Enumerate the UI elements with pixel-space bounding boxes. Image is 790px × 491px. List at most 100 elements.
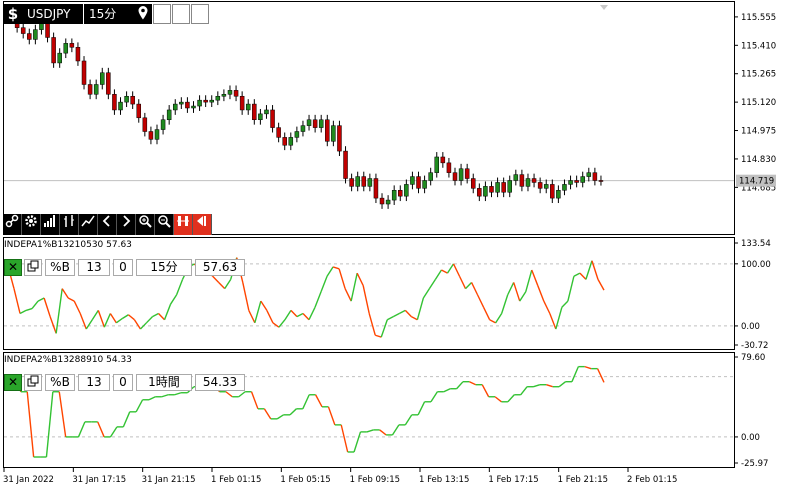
candle-up: [209, 99, 214, 103]
timeframe-label[interactable]: 15分: [84, 4, 134, 24]
candle-up: [434, 156, 440, 173]
candle-up: [495, 182, 500, 193]
close-icon[interactable]: ✕: [4, 374, 22, 391]
bars-up-icon[interactable]: [60, 214, 79, 235]
candle-up: [39, 23, 44, 30]
candle-down: [312, 119, 318, 128]
candle-down: [574, 180, 579, 183]
zoom-in-icon[interactable]: [136, 214, 155, 235]
candle-down: [446, 162, 452, 173]
chart-toolbar: [3, 214, 212, 235]
candle-up: [245, 103, 251, 111]
candle-down: [276, 127, 281, 138]
candle-down: [270, 109, 275, 128]
time-axis-label: 1 Feb 09:15: [350, 475, 400, 485]
candle-up: [93, 84, 99, 95]
window-icon[interactable]: [24, 374, 42, 391]
candle-down: [233, 90, 239, 97]
candle-up: [556, 190, 561, 199]
candle-down: [550, 184, 555, 199]
price-axis-label: 115.120: [741, 98, 776, 108]
candle-up: [586, 172, 592, 177]
back-red-icon[interactable]: [193, 214, 212, 235]
candle-down: [51, 37, 56, 64]
candle-down: [349, 178, 354, 187]
bar-signal-icon[interactable]: [41, 214, 60, 235]
candle-up: [118, 101, 123, 111]
candle-up: [191, 105, 196, 109]
link-icon[interactable]: [3, 214, 22, 235]
candle-down: [398, 190, 403, 197]
period-field[interactable]: 13: [78, 259, 110, 276]
candle-up: [264, 109, 269, 115]
candle-up: [367, 178, 373, 187]
period-field[interactable]: 13: [78, 374, 110, 391]
indicator2-title: INDEPA2%B13288910 54.33: [4, 355, 132, 365]
candle-up: [172, 103, 178, 111]
time-axis-label: 31 Jan 21:15: [142, 475, 196, 485]
candle-up: [525, 178, 531, 187]
time-axis-label: 31 Jan 2022: [3, 475, 54, 485]
candle-down: [477, 188, 482, 197]
candle-up: [258, 113, 263, 121]
candle-up: [562, 184, 567, 191]
indicator1-title: INDEPA1%B13210530 57.63: [4, 240, 132, 250]
close-icon[interactable]: ✕: [4, 259, 22, 276]
indicator2-axis-label: -25.97: [741, 459, 768, 469]
candle-down: [112, 94, 117, 111]
empty-slot-1[interactable]: [153, 4, 171, 24]
candle-down: [45, 23, 50, 38]
symbol-label[interactable]: USDJPY: [23, 4, 83, 24]
grid-red-icon[interactable]: [174, 214, 193, 235]
candle-up: [100, 72, 105, 85]
price-axis-label: 115.555: [741, 13, 776, 23]
timeframe-field[interactable]: 1時間: [136, 374, 192, 391]
candle-up: [154, 129, 160, 140]
candle-down: [501, 182, 506, 193]
gear-icon[interactable]: [22, 214, 41, 235]
candle-down: [489, 186, 494, 193]
candle-up: [221, 94, 227, 97]
map-pin-icon[interactable]: [134, 4, 152, 24]
candle-down: [252, 103, 257, 121]
chevron-right-icon[interactable]: [117, 214, 136, 235]
dollar-icon[interactable]: $: [3, 4, 23, 24]
price-axis-label: 115.265: [741, 70, 776, 80]
pct-b-label[interactable]: %B: [45, 259, 75, 276]
candle-down: [87, 84, 93, 95]
price-axis-label: 115.410: [741, 41, 776, 51]
indicator2-axis-label: 79.60: [741, 353, 765, 363]
candle-down: [27, 33, 32, 40]
indicator2-axis-label: 0.00: [741, 433, 760, 443]
candle-down: [531, 178, 537, 183]
timeframe-field[interactable]: 15分: [136, 259, 192, 276]
empty-slot-3[interactable]: [191, 4, 209, 24]
candle-down: [75, 47, 81, 62]
price-axis-label: 114.975: [741, 127, 776, 137]
shift-field[interactable]: 0: [113, 259, 133, 276]
candle-up: [331, 125, 336, 142]
time-axis-label: 1 Feb 21:15: [558, 475, 608, 485]
shift-field[interactable]: 0: [113, 374, 133, 391]
candle-down: [361, 176, 367, 187]
candle-up: [410, 176, 415, 185]
candle-up: [543, 184, 549, 189]
candle-down: [136, 103, 142, 119]
chevron-left-icon[interactable]: [98, 214, 117, 235]
candle-up: [300, 125, 306, 132]
candle-up: [355, 176, 360, 187]
candle-up: [404, 184, 409, 197]
candle-down: [379, 197, 385, 205]
candle-up: [63, 43, 69, 54]
candle-up: [568, 180, 573, 185]
candle-down: [106, 72, 111, 95]
zoom-out-icon[interactable]: [155, 214, 174, 235]
window-icon[interactable]: [24, 259, 42, 276]
pct-b-label[interactable]: %B: [45, 374, 75, 391]
empty-slot-2[interactable]: [172, 4, 190, 24]
candle-down: [20, 27, 26, 34]
candle-down: [239, 95, 245, 111]
price-panel: [3, 1, 735, 235]
trend-icon[interactable]: [79, 214, 98, 235]
candle-up: [422, 180, 427, 189]
